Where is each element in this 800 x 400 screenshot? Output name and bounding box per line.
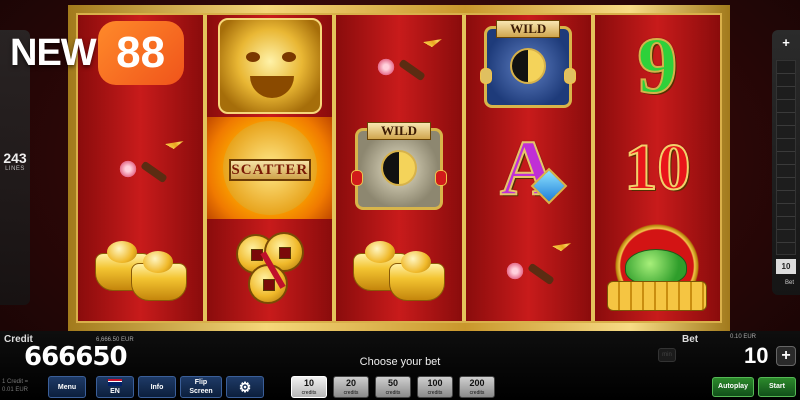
gold-ingot-symbol bbox=[351, 235, 447, 305]
reel-cell bbox=[78, 219, 203, 321]
credit-ratio: 1 Credit = 0.01 EUR bbox=[2, 378, 28, 394]
reel-cell bbox=[207, 219, 332, 321]
bet-option-unit: credits bbox=[469, 390, 485, 396]
lines-label: LINES bbox=[5, 166, 25, 172]
bet-option-200[interactable]: 200 credits bbox=[459, 376, 495, 398]
bet-option-value: 20 bbox=[345, 378, 356, 388]
flip-label-2: Screen bbox=[189, 388, 213, 395]
bet-option-value: 200 bbox=[469, 378, 485, 388]
bet-option-50[interactable]: 50 credits bbox=[375, 376, 411, 398]
ten-symbol: 10 bbox=[623, 130, 691, 205]
reel-cell: A bbox=[466, 117, 591, 219]
info-label: Info bbox=[150, 383, 164, 391]
bet-option-unit: credits bbox=[301, 390, 317, 396]
reel-cell bbox=[78, 117, 203, 219]
reel-cell bbox=[336, 219, 461, 321]
reel-cell bbox=[207, 15, 332, 117]
reel-4: WILD A bbox=[465, 15, 595, 321]
reel-5: 9 10 bbox=[594, 15, 721, 321]
lines-indicator: 243 LINES bbox=[0, 150, 30, 172]
nine-symbol: 9 bbox=[636, 21, 678, 111]
bet-option-value: 10 bbox=[303, 378, 314, 388]
fan-symbol bbox=[483, 230, 573, 310]
choose-bet-prompt: Choose your bet bbox=[359, 356, 441, 368]
new88-logo: NEW 88 bbox=[10, 18, 184, 88]
fan-symbol bbox=[354, 26, 444, 106]
ace-symbol: A bbox=[488, 123, 568, 213]
flip-label-1: Flip bbox=[194, 379, 208, 386]
bet-option-value: 100 bbox=[427, 378, 443, 388]
yin-yang-icon bbox=[381, 150, 417, 186]
credit-value: 666650 bbox=[24, 342, 128, 372]
gold-ingot-symbol bbox=[93, 235, 189, 305]
scatter-label: SCATTER bbox=[228, 159, 311, 181]
ratio-line-1: 1 Credit = bbox=[2, 379, 29, 385]
language-label: EN bbox=[110, 387, 120, 395]
coins-symbol bbox=[230, 230, 310, 310]
reel-cell: WILD bbox=[466, 15, 591, 117]
slot-game-screen: 243 LINES + 10 Bet SCATTER WILD WILD A 9… bbox=[0, 0, 800, 400]
bet-option-unit: credits bbox=[343, 390, 359, 396]
wild-symbol: WILD bbox=[345, 122, 453, 214]
reel-2: SCATTER bbox=[207, 15, 337, 321]
bet-rail-selected[interactable]: 10 bbox=[776, 259, 796, 274]
reel-cell bbox=[595, 219, 720, 321]
increase-bet-button[interactable]: + bbox=[776, 346, 796, 366]
bet-option-unit: credits bbox=[385, 390, 401, 396]
bet-rail-label: Bet bbox=[784, 280, 794, 286]
reel-cell: WILD bbox=[336, 117, 461, 219]
reel-cell bbox=[466, 219, 591, 321]
bet-option-20[interactable]: 20 credits bbox=[333, 376, 369, 398]
flip-screen-button[interactable]: Flip Screen bbox=[180, 376, 222, 398]
money-frog-symbol bbox=[603, 221, 711, 319]
bet-value: 10 bbox=[744, 343, 769, 368]
bet-option-value: 50 bbox=[387, 378, 398, 388]
dragon-symbol bbox=[217, 18, 322, 114]
bet-option-100[interactable]: 100 credits bbox=[417, 376, 453, 398]
info-button[interactable]: Info bbox=[138, 376, 176, 398]
bet-option-10[interactable]: 10 credits bbox=[291, 376, 327, 398]
bet-option-unit: credits bbox=[427, 390, 443, 396]
menu-button[interactable]: Menu bbox=[48, 376, 86, 398]
rail-increase-bet-button[interactable]: + bbox=[778, 36, 794, 50]
decrease-bet-button[interactable]: min bbox=[658, 348, 676, 362]
bet-label: Bet bbox=[682, 334, 699, 345]
wild-symbol: WILD bbox=[474, 20, 582, 112]
bet-eur: 0.10 EUR bbox=[730, 334, 757, 340]
scatter-symbol: SCATTER bbox=[222, 121, 317, 215]
menu-label: Menu bbox=[57, 383, 77, 391]
ratio-line-2: 0.01 EUR bbox=[2, 387, 29, 393]
lines-value: 243 bbox=[3, 150, 27, 166]
flag-icon bbox=[108, 378, 122, 386]
reel-cell: SCATTER bbox=[207, 117, 333, 219]
fan-symbol bbox=[96, 128, 186, 208]
reel-3: WILD bbox=[336, 15, 466, 321]
wild-label: WILD bbox=[367, 122, 431, 140]
reel-cell: 9 bbox=[595, 15, 720, 117]
gear-icon: ⚙ bbox=[238, 378, 252, 395]
logo-word: NEW bbox=[10, 31, 97, 74]
reel-cell: 10 bbox=[595, 117, 720, 219]
start-button[interactable]: Start bbox=[758, 377, 796, 397]
settings-button[interactable]: ⚙ bbox=[226, 376, 264, 398]
wild-label: WILD bbox=[496, 20, 561, 38]
bet-rail-slider[interactable] bbox=[776, 60, 796, 255]
autoplay-button[interactable]: Autoplay bbox=[712, 377, 754, 397]
logo-badge: 88 bbox=[97, 21, 184, 85]
yin-yang-icon bbox=[510, 48, 547, 84]
language-button[interactable]: EN bbox=[96, 376, 134, 398]
reel-cell bbox=[336, 15, 461, 117]
